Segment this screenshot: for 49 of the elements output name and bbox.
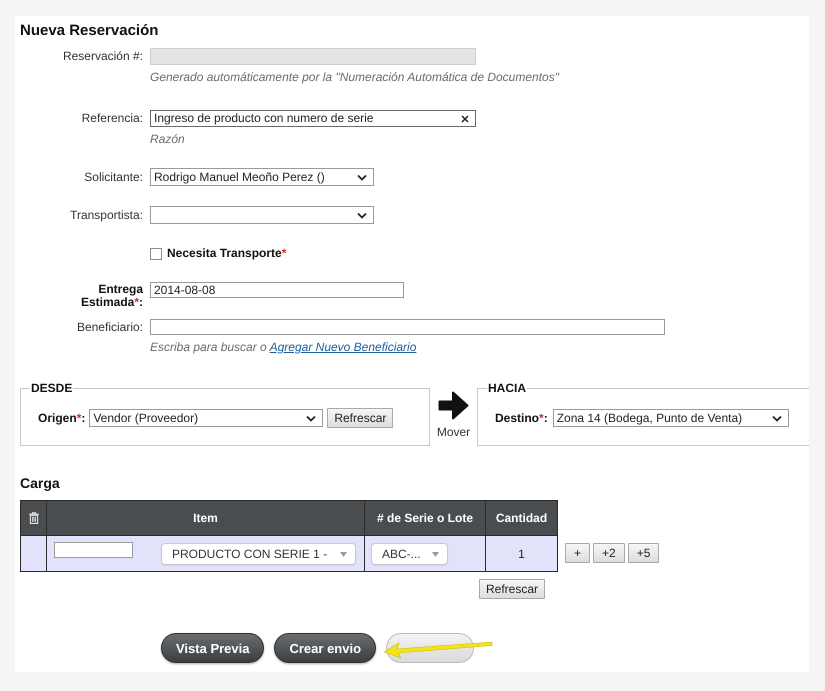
field-label: Solicitante: — [84, 170, 143, 184]
field-label: Transportista: — [70, 208, 143, 222]
field-label: Reservación #: — [62, 49, 143, 64]
preview-button[interactable]: Vista Previa — [161, 633, 264, 663]
checkbox-label: Necesita Transporte* — [167, 247, 286, 260]
dropdown-field[interactable]: ABC-... — [371, 543, 448, 565]
right-arrow-icon — [438, 390, 469, 421]
page-title: Nueva Reservación — [20, 21, 158, 41]
chevron-down-icon — [357, 174, 367, 180]
date-field[interactable]: 2014-08-08 — [150, 282, 404, 298]
text-field[interactable] — [150, 319, 665, 335]
caret-icon — [432, 552, 439, 556]
refresh-button[interactable]: Refrescar — [327, 408, 394, 428]
select-field[interactable]: Zona 14 (Bodega, Punto de Venta) — [552, 409, 789, 427]
select-field[interactable]: Vendor (Proveedor) — [89, 409, 324, 427]
move-label: Mover — [436, 425, 470, 440]
chevron-down-icon — [357, 212, 367, 218]
field-label: Destino*: — [495, 412, 548, 424]
select-field[interactable]: Rodrigo Manuel Meoño Perez () — [150, 168, 374, 186]
field-label: Origen*: — [38, 412, 86, 424]
select-field[interactable] — [150, 206, 374, 224]
field-label: Beneficiario: — [76, 320, 143, 334]
trash-icon[interactable] — [28, 512, 38, 524]
column-header: Cantidad — [486, 500, 558, 536]
create-button[interactable]: Crear envio — [274, 633, 376, 663]
field-label: Entrega Estimada*: — [80, 283, 143, 309]
increment-button[interactable]: + — [565, 543, 590, 563]
fieldset-legend: HACIA — [487, 381, 527, 395]
increment-button[interactable]: +2 — [593, 543, 625, 563]
clear-icon[interactable] — [461, 114, 469, 122]
checkbox[interactable] — [150, 248, 162, 260]
hint-text: Generado automáticamente por la "Numeración Automática de Documentos" — [150, 70, 559, 85]
refresh-button[interactable]: Refrescar — [478, 579, 545, 599]
chevron-down-icon — [772, 414, 782, 422]
chevron-down-icon — [306, 414, 316, 422]
beneficiary-link[interactable]: Agregar Nuevo Beneficiario — [270, 340, 416, 354]
column-header: # de Serie o Lote — [364, 500, 486, 536]
quantity-cell: 1 — [486, 536, 558, 572]
increment-button[interactable]: +5 — [628, 543, 660, 563]
column-header: Item — [46, 500, 364, 536]
hint-text: Razón — [150, 132, 185, 147]
dropdown-field[interactable]: PRODUCTO CON SERIE 1 - — [161, 543, 356, 565]
hint-text: Escriba para buscar o Agregar Nuevo Beneficiario — [150, 340, 416, 355]
fieldset-legend: DESDE — [30, 381, 74, 395]
input-field[interactable] — [54, 542, 133, 558]
text-field[interactable]: Ingreso de producto con numero de serie — [150, 110, 476, 127]
caret-icon — [340, 552, 347, 556]
section-title: Carga — [20, 475, 60, 491]
field-label: Referencia: — [82, 111, 143, 126]
